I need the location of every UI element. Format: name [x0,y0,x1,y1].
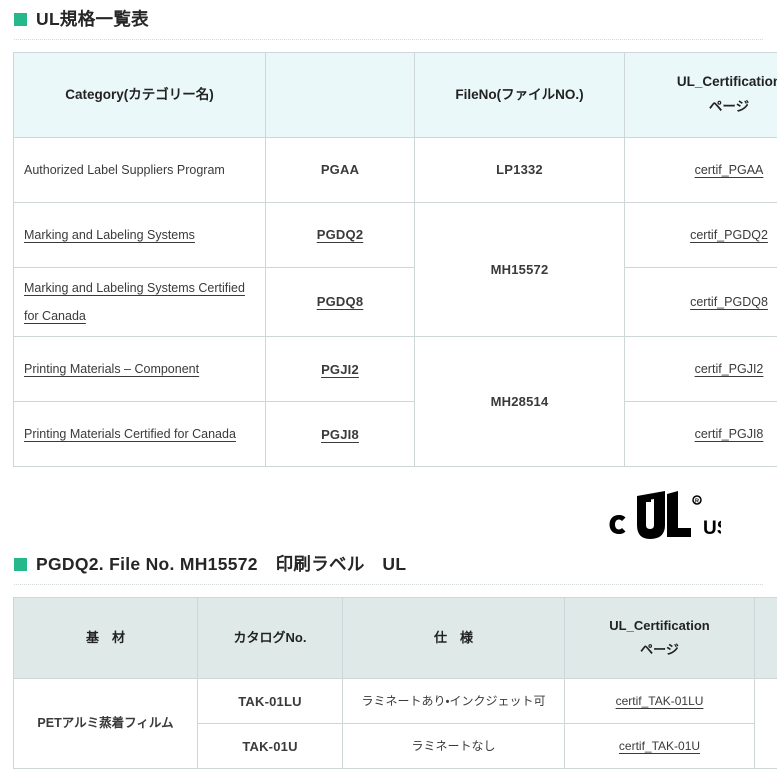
table-body-2: PETアルミ蒸着フィルムTAK-01LUラミネートあり・インクジェット可 cert… [14,679,777,769]
cell-category-code[interactable]: PGDQ8 [266,268,415,337]
section-title-pgdq2: PGDQ2. File No. MH15572 印刷ラベル UL [36,554,406,575]
table-header-2: 基 材 カタログNo. 仕 様 UL_Certification ページ PDF… [14,598,777,679]
cell-spec: ラミネートなし [343,724,565,769]
section-heading-pgdq2: PGDQ2. File No. MH15572 印刷ラベル UL [0,545,777,575]
page-root: UL規格一覧表 Category(カテゴリー名) FileNo(ファイルNO.)… [0,0,777,769]
table-header-row-2: 基 材 カタログNo. 仕 様 UL_Certification ページ PDF… [14,598,777,679]
table-header: Category(カテゴリー名) FileNo(ファイルNO.) UL_Cert… [14,53,777,138]
cell-certification[interactable]: certif_TAK-01U [565,724,755,769]
table-row: Marking and Labeling SystemsPGDQ2MH15572… [14,203,777,268]
category-link[interactable]: Printing Materials – Component [24,362,199,376]
section-heading-standards: UL規格一覧表 [0,0,777,30]
cell-spec: ラミネートあり・インクジェット可 [343,679,565,724]
column-header-base: 基 材 [14,598,198,679]
cell-fileno: LP1332 [415,138,625,203]
heading-divider [14,39,763,40]
table-body: Authorized Label Suppliers ProgramPGAALP… [14,138,777,467]
pgdq2-products-table: 基 材 カタログNo. 仕 様 UL_Certification ページ PDF… [13,597,777,769]
table-row: Marking and Labeling Systems Certified f… [14,268,777,337]
column-header-certification-line1: UL_Certification [677,74,777,89]
category-link[interactable]: Printing Materials Certified for Canada [24,427,236,441]
cULus-logo-icon: R US [603,489,721,545]
column-header-pdf: PDF資 料 [755,598,777,679]
cell-certification[interactable]: certif_PGDQ2 [625,203,777,268]
category-link[interactable]: Marking and Labeling Systems [24,228,195,242]
column-header-certification-2-line2: ページ [640,642,679,657]
cell-certification[interactable]: certif_TAK-01LU [565,679,755,724]
ul-standards-table: Category(カテゴリー名) FileNo(ファイルNO.) UL_Cert… [13,52,777,467]
category-code-link[interactable]: PGJI2 [321,362,359,377]
cell-category: Authorized Label Suppliers Program [14,138,266,203]
column-header-category: Category(カテゴリー名) [14,53,266,138]
certification-link[interactable]: certif_PGDQ8 [690,295,768,309]
cell-category-code[interactable]: PGJI8 [266,402,415,467]
table-row: Authorized Label Suppliers ProgramPGAALP… [14,138,777,203]
column-header-certification-2: UL_Certification ページ [565,598,755,679]
certification-link[interactable]: certif_PGAA [695,163,764,177]
certification-link[interactable]: certif_TAK-01U [619,739,700,753]
cell-base-material: PETアルミ蒸着フィルム [14,679,198,769]
certification-link[interactable]: certif_TAK-01LU [616,694,704,708]
heading-marker-icon [14,13,27,26]
svg-text:R: R [695,499,699,505]
cell-category[interactable]: Printing Materials Certified for Canada [14,402,266,467]
page-title: UL規格一覧表 [36,9,149,30]
column-header-certification: UL_Certification ページ [625,53,777,138]
cell-certification[interactable]: certif_PGJI2 [625,337,777,402]
registered-mark-icon: R [693,496,701,505]
cell-pdf[interactable] [755,679,777,769]
cell-certification[interactable]: certif_PGJI8 [625,402,777,467]
ul-logo-row: R US [0,467,777,545]
column-header-catalog-no: カタログNo. [198,598,343,679]
table-row: Printing Materials Certified for Canada P… [14,402,777,467]
cell-category-code[interactable]: PGJI2 [266,337,415,402]
cell-category[interactable]: Marking and Labeling Systems Certified f… [14,268,266,337]
cell-category-code[interactable]: PGDQ2 [266,203,415,268]
category-link[interactable]: Marking and Labeling Systems Certified f… [24,281,245,323]
certification-link[interactable]: certif_PGDQ2 [690,228,768,242]
heading-divider-2 [14,584,763,585]
cell-category[interactable]: Printing Materials – Component [14,337,266,402]
column-header-certification-line2: ページ [709,99,749,114]
table-header-row: Category(カテゴリー名) FileNo(ファイルNO.) UL_Cert… [14,53,777,138]
cell-catalog-no: TAK-01LU [198,679,343,724]
cell-category-code: PGAA [266,138,415,203]
certification-link[interactable]: certif_PGJI8 [695,427,764,441]
column-header-fileno: FileNo(ファイルNO.) [415,53,625,138]
category-code-link[interactable]: PGDQ8 [317,294,364,309]
column-header-code [266,53,415,138]
table-row: Printing Materials – ComponentPGJI2MH285… [14,337,777,402]
cell-category[interactable]: Marking and Labeling Systems [14,203,266,268]
heading-marker-icon-2 [14,558,27,571]
cell-certification[interactable]: certif_PGDQ8 [625,268,777,337]
category-code-link[interactable]: PGJI8 [321,427,359,442]
certification-link[interactable]: certif_PGJI2 [695,362,764,376]
cell-catalog-no: TAK-01U [198,724,343,769]
svg-text:US: US [703,518,721,539]
category-code-link[interactable]: PGDQ2 [317,227,364,242]
table-row: PETアルミ蒸着フィルムTAK-01LUラミネートあり・インクジェット可cert… [14,679,777,724]
column-header-spec: 仕 様 [343,598,565,679]
column-header-certification-2-line1: UL_Certification [609,618,709,633]
cell-fileno: MH15572 [415,203,625,337]
cell-fileno: MH28514 [415,337,625,467]
cell-certification[interactable]: certif_PGAA [625,138,777,203]
